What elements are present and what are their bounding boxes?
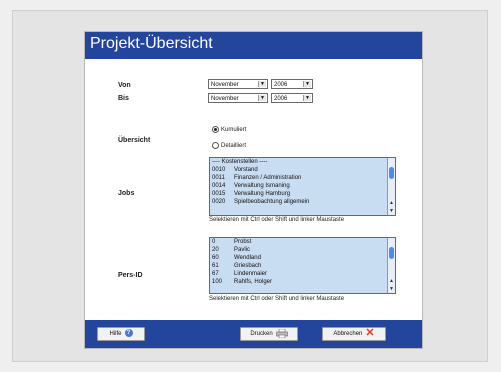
print-button[interactable]: Drucken	[240, 327, 298, 341]
item-code: 61	[212, 263, 219, 269]
list-item[interactable]: ---- Kostenstellen ----	[210, 158, 395, 166]
scroll-thumb[interactable]	[389, 167, 394, 179]
von-month-select[interactable]: November ▼	[208, 79, 268, 89]
scroll-down-icon[interactable]: ▼	[388, 286, 395, 293]
item-name: Pavlic	[234, 247, 251, 253]
print-button-label: Drucken	[250, 331, 273, 337]
chevron-down-icon: ▼	[258, 95, 266, 101]
chevron-down-icon: ▼	[303, 81, 311, 87]
von-year-value: 2006	[274, 82, 288, 88]
pers-scrollbar[interactable]: ▲ ▼	[387, 238, 395, 293]
radio-detailliert[interactable]: Detailliert	[212, 142, 246, 149]
list-item[interactable]: 0020 Spielbeobachtung allgemein	[210, 198, 395, 206]
printer-icon	[275, 328, 288, 338]
item-code: 0	[212, 239, 216, 245]
radio-unchecked-icon[interactable]	[212, 142, 219, 149]
jobs-hint: Selektieren mit Ctrl oder Shift und link…	[209, 217, 345, 223]
list-item[interactable]: 0 Probst	[210, 238, 395, 246]
item-code: 0011	[212, 175, 225, 181]
bis-year-value: 2006	[274, 96, 288, 102]
dialog-footer: Hilfe? Drucken Abbrechen ✕	[85, 320, 422, 348]
list-item[interactable]: 0011 Finanzen / Administration	[210, 174, 395, 182]
item-name: Wendland	[234, 255, 261, 261]
item-name: Vorstand	[234, 167, 258, 173]
help-icon: ?	[124, 329, 133, 338]
item-name: Griesbach	[234, 263, 262, 269]
item-name: Finanzen / Administration	[234, 175, 302, 181]
list-item[interactable]: 0015 Verwaltung Hamburg	[210, 190, 395, 198]
chevron-down-icon: ▼	[303, 95, 311, 101]
item-code: 60	[212, 255, 219, 261]
radio-checked-icon[interactable]	[212, 126, 219, 133]
radio-kumuliert[interactable]: Kumuliert	[212, 126, 246, 133]
bis-label: Bis	[118, 95, 129, 102]
outer-frame: Projekt-Übersicht Von November ▼ 2006 ▼ …	[12, 10, 488, 362]
jobs-scrollbar[interactable]: ▲ ▼	[387, 158, 395, 215]
item-name: Verwaltung Ismaning	[234, 183, 290, 189]
item-code: 0014	[212, 183, 226, 189]
item-name: Rahlfs, Holger	[234, 279, 273, 285]
item-code: 20	[212, 247, 219, 253]
scroll-up-icon[interactable]: ▲	[388, 278, 395, 285]
item-code: 0020	[212, 199, 226, 205]
item-name: Lindenmaier	[234, 271, 268, 277]
close-icon: ✕	[365, 327, 375, 340]
help-button[interactable]: Hilfe?	[97, 327, 145, 341]
item-name: Spielbeobachtung allgemein	[234, 199, 310, 205]
scroll-down-icon[interactable]: ▼	[388, 208, 395, 215]
item-code: 67	[212, 271, 219, 277]
list-item[interactable]: 20 Pavlic	[210, 246, 395, 254]
radio-kumuliert-label: Kumuliert	[221, 127, 247, 134]
scroll-thumb[interactable]	[389, 247, 394, 259]
pers-id-listbox[interactable]: 0 Probst 20 Pavlic 60 Wendland 61 Griesbach …	[209, 237, 396, 294]
list-item[interactable]: 61 Griesbach	[210, 262, 395, 270]
bis-year-select[interactable]: 2006 ▼	[271, 93, 313, 103]
cancel-button-label: Abbrechen	[333, 331, 363, 337]
list-item[interactable]: 0010 Vorstand	[210, 166, 395, 174]
pers-id-label: Pers-ID	[118, 272, 143, 279]
von-month-value: November	[211, 82, 239, 88]
cancel-button[interactable]: Abbrechen ✕	[322, 327, 386, 341]
item-code: 0010	[212, 167, 226, 173]
dialog-header: Projekt-Übersicht	[85, 32, 422, 59]
scroll-up-icon[interactable]: ▲	[388, 200, 395, 207]
list-item[interactable]: 0014 Verwaltung Ismaning	[210, 182, 395, 190]
von-year-select[interactable]: 2006 ▼	[271, 79, 313, 89]
list-item[interactable]: 67 Lindenmaier	[210, 270, 395, 278]
help-button-label: Hilfe	[109, 331, 122, 337]
von-label: Von	[118, 82, 131, 89]
page-title: Projekt-Übersicht	[90, 35, 213, 52]
project-overview-dialog: Projekt-Übersicht Von November ▼ 2006 ▼ …	[84, 31, 423, 349]
item-name: Probst	[234, 239, 252, 245]
radio-detailliert-label: Detailliert	[221, 143, 247, 150]
item-code: 0015	[212, 191, 226, 197]
jobs-listbox[interactable]: ---- Kostenstellen ---- 0010 Vorstand 001…	[209, 157, 396, 216]
list-item[interactable]: 100 Rahlfs, Holger	[210, 278, 395, 286]
bis-month-select[interactable]: November ▼	[208, 93, 268, 103]
uebersicht-label: Übersicht	[118, 137, 151, 144]
bis-month-value: November	[211, 96, 239, 102]
item-code: 100	[212, 279, 223, 285]
jobs-label: Jobs	[118, 190, 135, 197]
item-name: Verwaltung Hamburg	[234, 191, 291, 197]
chevron-down-icon: ▼	[258, 81, 266, 87]
list-item[interactable]: 60 Wendland	[210, 254, 395, 262]
pers-hint: Selektieren mit Ctrl oder Shift und link…	[209, 296, 345, 302]
